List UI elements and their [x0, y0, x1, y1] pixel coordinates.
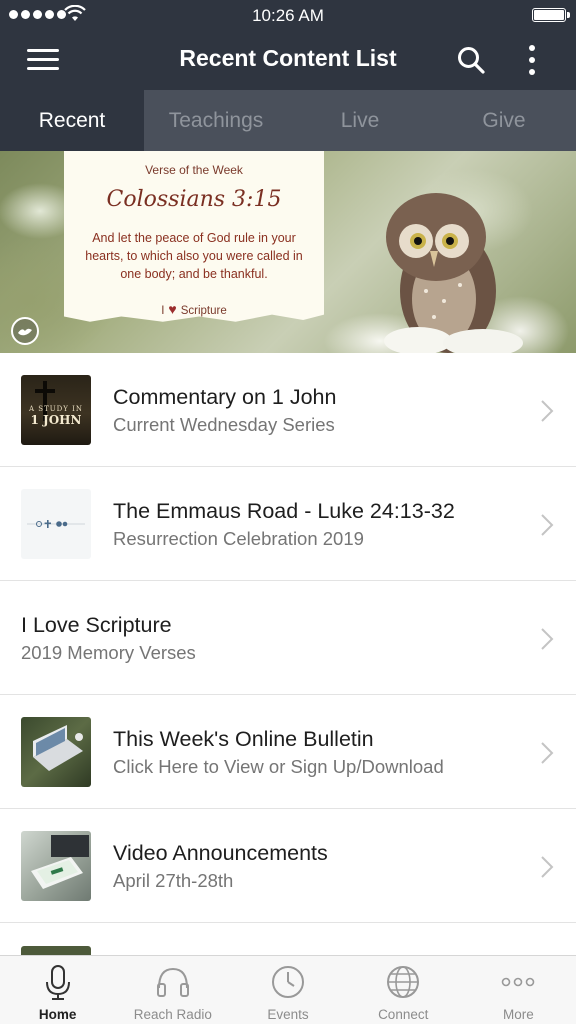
content-list: A STUDY IN 1 JOHN Commentary on 1 John C… [0, 353, 576, 923]
thumbnail-emmaus [21, 489, 91, 559]
list-item[interactable]: A STUDY IN 1 JOHN Commentary on 1 John C… [0, 353, 576, 467]
tab-give[interactable]: Give [432, 90, 576, 151]
list-item[interactable]: I Love Scripture 2019 Memory Verses [0, 581, 576, 695]
nav-events[interactable]: Events [230, 956, 345, 1024]
list-item-subtitle: April 27th-28th [113, 870, 234, 891]
brand-line: I ♥ Scripture [64, 301, 324, 317]
verse-text: And let the peace of God rule in your he… [85, 231, 303, 281]
clock-icon [272, 966, 304, 998]
nav-label: Connect [378, 1007, 429, 1022]
nav-connect[interactable]: Connect [346, 956, 461, 1024]
thumb-line-2: 1 JOHN [30, 413, 82, 427]
chevron-right-icon [541, 514, 554, 536]
list-item-subtitle: 2019 Memory Verses [21, 642, 196, 663]
list-item-subtitle: Current Wednesday Series [113, 414, 335, 435]
nav-label: More [503, 1007, 534, 1022]
globe-icon [387, 966, 420, 998]
nav-label: Events [267, 1007, 309, 1022]
list-item-title: I Love Scripture [21, 613, 172, 637]
chevron-right-icon [541, 742, 554, 764]
microphone-icon [45, 965, 70, 1000]
app-header: Recent Content List [0, 30, 576, 90]
battery-icon [532, 8, 570, 22]
chevron-right-icon [541, 856, 554, 878]
list-item[interactable]: Video Announcements April 27th-28th [0, 809, 576, 923]
dove-badge-icon [11, 317, 39, 345]
list-item-title: Video Announcements [113, 841, 328, 865]
list-item-subtitle: Click Here to View or Sign Up/Download [113, 756, 444, 777]
nav-reach-radio[interactable]: Reach Radio [115, 956, 230, 1024]
status-time: 10:26 AM [252, 6, 324, 25]
page-title: Recent Content List [179, 45, 397, 71]
nav-home[interactable]: Home [0, 956, 115, 1024]
brand-prefix: I [161, 305, 165, 317]
thumbnail-1-john: A STUDY IN 1 JOHN [21, 375, 91, 445]
status-bar: 10:26 AM [0, 0, 576, 30]
heart-icon: ♥ [168, 301, 177, 317]
nav-more[interactable]: More [461, 956, 576, 1024]
kebab-icon[interactable] [522, 44, 542, 76]
thumbnail-phone [21, 831, 91, 901]
tab-recent[interactable]: Recent [0, 90, 144, 151]
list-item-title: Commentary on 1 John [113, 385, 337, 409]
owl-image [384, 193, 523, 353]
verse-reference: Colossians 3:15 [106, 187, 282, 212]
thumb-line-1: A STUDY IN [29, 405, 83, 413]
brand-suffix: Scripture [180, 305, 227, 317]
list-item-title: The Emmaus Road - Luke 24:13-32 [113, 499, 455, 523]
search-icon[interactable] [456, 45, 486, 75]
list-item-subtitle: Resurrection Celebration 2019 [113, 528, 364, 549]
bottom-nav: Home Reach Radio Events Connect More [0, 955, 576, 1024]
verse-banner[interactable]: Verse of the Week Colossians 3:15 And le… [0, 151, 576, 353]
headphones-icon [156, 967, 189, 997]
tab-bar: Recent Teachings Live Give [0, 90, 576, 151]
thumbnail-laptop [21, 717, 91, 787]
hamburger-icon[interactable] [27, 47, 59, 71]
verse-card: Verse of the Week Colossians 3:15 And le… [64, 151, 324, 322]
list-item-title: This Week's Online Bulletin [113, 727, 374, 751]
list-item[interactable]: This Week's Online Bulletin Click Here t… [0, 695, 576, 809]
verse-heading: Verse of the Week [145, 163, 243, 177]
tab-live[interactable]: Live [288, 90, 432, 151]
nav-label: Home [38, 1007, 77, 1022]
ellipsis-icon [502, 977, 535, 987]
chevron-right-icon [541, 628, 554, 650]
tab-teachings[interactable]: Teachings [144, 90, 288, 151]
list-item[interactable]: The Emmaus Road - Luke 24:13-32 Resurrec… [0, 467, 576, 581]
nav-label: Reach Radio [133, 1007, 212, 1022]
chevron-right-icon [541, 400, 554, 422]
